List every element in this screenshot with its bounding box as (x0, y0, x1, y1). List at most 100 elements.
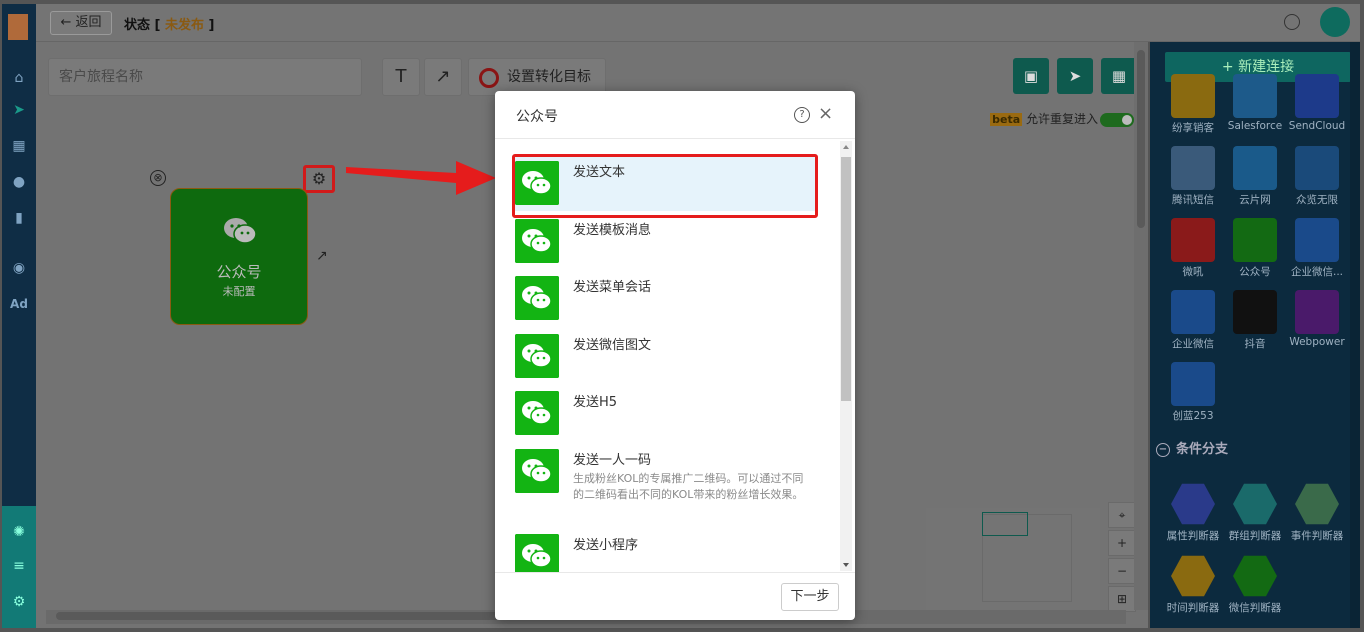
status-value: 未发布 (165, 18, 205, 33)
connector-item[interactable]: 公众号 (1224, 218, 1286, 279)
action-option-description: 生成粉丝KOL的专属推广二维码。可以通过不同的二维码看出不同的KOL带来的粉丝增… (573, 472, 804, 501)
canvas-v-scrollbar[interactable] (1134, 42, 1148, 610)
minimap[interactable] (926, 508, 1100, 622)
wechat-icon (515, 534, 559, 572)
save-icon[interactable]: ▣ (1013, 58, 1049, 94)
publish-icon[interactable]: ➤ (1057, 58, 1093, 94)
connector-label: 云片网 (1239, 194, 1271, 206)
collapse-icon[interactable]: − (1156, 442, 1170, 457)
connector-label: 公众号 (1239, 266, 1271, 278)
chart-icon[interactable]: ▮ (2, 206, 36, 230)
action-option-title: 发送模板消息 (573, 223, 652, 238)
wechat-nav-icon[interactable]: ◉ (2, 256, 36, 280)
branch-icon (1233, 483, 1277, 525)
connector-label: Salesforce (1227, 120, 1283, 132)
connector-icon (1171, 290, 1215, 334)
branch-item[interactable]: 群组判断器 (1224, 482, 1286, 543)
fit-icon[interactable]: ⊞ (1108, 586, 1136, 612)
chat-icon[interactable] (1284, 14, 1300, 30)
branch-label: 时间判断器 (1166, 602, 1220, 614)
modal-scrollbar[interactable] (840, 141, 852, 571)
next-button[interactable]: 下一步 (781, 583, 839, 611)
connector-item[interactable]: 抖音 (1224, 290, 1286, 351)
back-button[interactable]: ← 返回 (50, 11, 112, 35)
connector-icon (1171, 146, 1215, 190)
action-option-title: 发送微信图文 (573, 338, 652, 353)
connector-item[interactable]: Salesforce (1224, 74, 1286, 132)
scroll-down-icon[interactable] (843, 563, 849, 567)
status-label: 状态 [ 未发布 ] (124, 14, 214, 33)
branch-item[interactable]: 属性判断器 (1162, 482, 1224, 543)
connector-item[interactable]: 企业微信 (1162, 290, 1224, 351)
branch-item[interactable]: 事件判断器 (1286, 482, 1348, 543)
action-option[interactable]: 发送一人一码 生成粉丝KOL的专属推广二维码。可以通过不同的二维码看出不同的KOL… (513, 449, 813, 509)
action-option-title: 发送H5 (573, 395, 618, 410)
connector-icon (1233, 146, 1277, 190)
action-option[interactable]: 发送H5 (513, 391, 813, 451)
connector-item[interactable]: 众览无限 (1286, 146, 1348, 207)
arrow-tool-button[interactable]: ↗ (424, 58, 462, 96)
branch-label: 事件判断器 (1290, 530, 1344, 542)
modal-scroll-thumb[interactable] (841, 157, 851, 401)
server-icon[interactable]: ≡ (2, 554, 36, 578)
connector-icon (1233, 290, 1277, 334)
repeat-entry-toggle-row: beta 允许重复进入 (990, 110, 1134, 127)
wechat-icon (515, 276, 559, 320)
branch-header-label: 条件分支 (1176, 442, 1229, 457)
action-option[interactable]: 发送菜单会话 (513, 276, 813, 336)
template-icon[interactable]: ▦ (1101, 58, 1137, 94)
connector-item[interactable]: 创蓝253 (1162, 362, 1224, 423)
repeat-toggle[interactable] (1100, 112, 1134, 127)
branch-header[interactable]: − 条件分支 (1156, 438, 1356, 457)
connector-item[interactable]: 纷享销客 (1162, 74, 1224, 135)
action-option[interactable]: 发送微信图文 (513, 334, 813, 394)
connector-icon (1171, 218, 1215, 262)
branch-item[interactable]: 时间判断器 (1162, 554, 1224, 615)
network-icon[interactable]: ✺ (2, 520, 36, 544)
connector-item[interactable]: 腾讯短信 (1162, 146, 1224, 207)
locate-icon[interactable]: ⌖ (1108, 502, 1136, 528)
node-delete-icon[interactable]: ⊗ (150, 170, 166, 186)
user-icon[interactable]: ● (2, 170, 36, 194)
modal-title: 公众号 (516, 109, 558, 125)
action-option[interactable]: 发送小程序 (513, 534, 813, 572)
connector-item[interactable]: 微吼 (1162, 218, 1224, 279)
left-nav-bottom: ✺ ≡ ⚙ (2, 506, 36, 628)
panel-scrollbar[interactable] (1350, 42, 1360, 628)
connector-item[interactable]: Webpower (1286, 290, 1348, 348)
wechat-icon (224, 218, 257, 244)
canvas-v-thumb[interactable] (1137, 50, 1145, 228)
annotation-arrow (346, 161, 496, 195)
node-settings-icon[interactable]: ⚙ (303, 165, 335, 193)
back-label: 返回 (75, 15, 102, 30)
branch-label: 属性判断器 (1166, 530, 1220, 542)
close-icon[interactable]: × (818, 104, 833, 124)
ad-icon[interactable]: Ad (2, 292, 36, 316)
text-tool-button[interactable]: T (382, 58, 420, 96)
zoom-out-icon[interactable]: − (1108, 558, 1136, 584)
wechat-icon (515, 219, 559, 263)
avatar[interactable] (1320, 7, 1350, 37)
branch-icon (1171, 483, 1215, 525)
wechat-icon (515, 391, 559, 435)
connector-label: 抖音 (1244, 338, 1266, 350)
action-option[interactable]: 发送模板消息 (513, 219, 813, 279)
branch-item[interactable]: 微信判断器 (1224, 554, 1286, 615)
connector-label: 企业微信 (1172, 338, 1214, 350)
home-icon[interactable]: ⌂ (2, 66, 36, 90)
connector-item[interactable]: 企业微信... (1286, 218, 1348, 279)
zoom-in-icon[interactable]: + (1108, 530, 1136, 556)
connector-item[interactable]: 云片网 (1224, 146, 1286, 207)
connector-handle-icon[interactable]: ↗ (316, 248, 328, 264)
connector-label: 纷享销客 (1172, 122, 1214, 134)
action-option-title: 发送菜单会话 (573, 280, 652, 295)
connector-icon (1295, 74, 1339, 118)
settings-icon[interactable]: ⚙ (2, 590, 36, 614)
connector-item[interactable]: SendCloud (1286, 74, 1348, 132)
journey-name-input[interactable]: 客户旅程名称 (48, 58, 362, 96)
scroll-up-icon[interactable] (843, 145, 849, 149)
wechat-node[interactable]: 公众号 未配置 (170, 188, 308, 325)
help-icon[interactable]: ? (794, 107, 810, 123)
send-icon[interactable]: ➤ (2, 98, 36, 122)
layout-icon[interactable]: ▦ (2, 134, 36, 158)
